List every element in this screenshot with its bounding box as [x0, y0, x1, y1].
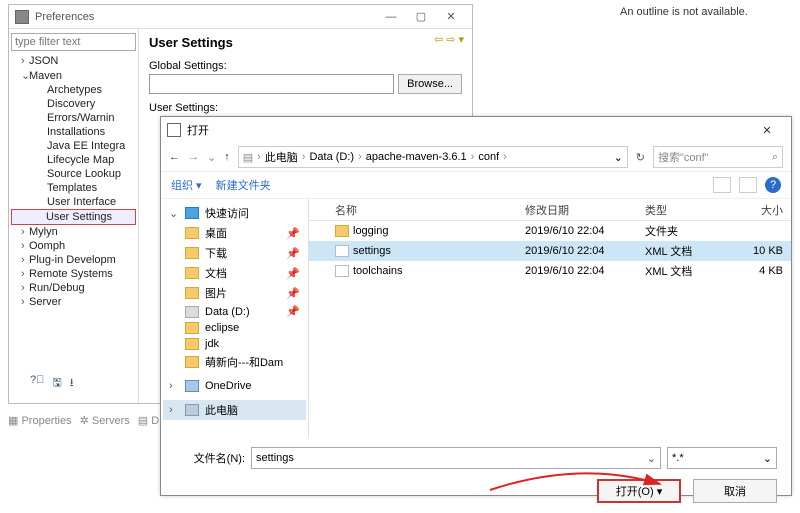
filename-value: settings	[256, 452, 294, 464]
file-list: 名称 修改日期 类型 大小 logging2019/6/10 22:04文件夹s…	[309, 199, 791, 437]
bottom-tabs: ▦ Properties ✲ Servers ▤ D	[8, 414, 159, 427]
filename-label: 文件名(N):	[175, 450, 245, 466]
breadcrumb[interactable]: ▤ › 此电脑›Data (D:)›apache-maven-3.6.1›con…	[238, 146, 628, 168]
sidebar-item[interactable]: 图片📌	[163, 283, 306, 303]
dialog-toolbar: 组织 ▾ 新建文件夹 ?	[161, 171, 791, 199]
search-placeholder: 搜索"conf"	[658, 149, 709, 165]
data-tab[interactable]: ▤ D	[138, 414, 159, 427]
nav-arrows: ⇦ ⇨ ▾	[434, 33, 464, 46]
col-name[interactable]: 名称	[329, 202, 519, 218]
outline-message: An outline is not available.	[620, 6, 748, 18]
nav-forward-button[interactable]: →	[188, 151, 199, 163]
dropdown-history-icon[interactable]: ⌄	[207, 151, 216, 164]
tree-item[interactable]: User Interface	[11, 195, 136, 209]
filter-input[interactable]	[11, 33, 136, 51]
sidebar-item[interactable]: eclipse	[163, 320, 306, 336]
search-icon: ⌕	[772, 151, 778, 164]
breadcrumb-item[interactable]: 此电脑	[265, 149, 298, 165]
column-headers: 名称 修改日期 类型 大小	[309, 199, 791, 221]
properties-tab[interactable]: ▦ Properties	[8, 414, 72, 427]
tree-item[interactable]: Source Lookup	[11, 167, 136, 181]
nav-back-button[interactable]: ←	[169, 151, 180, 163]
user-settings-label: User Settings:	[149, 102, 462, 114]
new-folder-button[interactable]: 新建文件夹	[216, 177, 271, 193]
file-row[interactable]: logging2019/6/10 22:04文件夹	[309, 221, 791, 241]
open-button[interactable]: 打开(O) ▾	[597, 479, 681, 503]
help-icon[interactable]: ?⃝	[30, 374, 44, 393]
dialog-titlebar: 打开 ✕	[161, 117, 791, 143]
tree-item[interactable]: Archetypes	[11, 83, 136, 97]
export-icon[interactable]: ⭳	[70, 374, 74, 393]
col-size[interactable]: 大小	[729, 202, 789, 218]
app-icon	[15, 10, 29, 24]
tree-item[interactable]: Installations	[11, 125, 136, 139]
tree-item[interactable]: ›JSON	[11, 54, 136, 68]
tree-item[interactable]: Lifecycle Map	[11, 153, 136, 167]
tree-item[interactable]: ⌄Maven	[11, 68, 136, 83]
breadcrumb-item[interactable]: conf	[478, 151, 499, 163]
nav-up-button[interactable]: ↑	[224, 151, 230, 163]
breadcrumb-item[interactable]: Data (D:)	[309, 151, 354, 163]
tree-item[interactable]: ›Run/Debug	[11, 281, 136, 295]
search-input[interactable]: 搜索"conf" ⌕	[653, 146, 783, 168]
sidebar-item[interactable]: 下载📌	[163, 243, 306, 263]
preferences-titlebar: Preferences — ▢ ✕	[9, 5, 472, 29]
sidebar-item[interactable]: 桌面📌	[163, 223, 306, 243]
filename-input[interactable]: settings ⌄	[251, 447, 661, 469]
sidebar-item[interactable]: 文档📌	[163, 263, 306, 283]
tree-item[interactable]: User Settings	[11, 209, 136, 225]
filename-dropdown-icon[interactable]: ⌄	[647, 452, 656, 465]
sidebar: ⌄快速访问桌面📌下载📌文档📌图片📌Data (D:)📌eclipsejdk萌新向…	[161, 199, 309, 437]
file-row[interactable]: toolchains2019/6/10 22:04XML 文档4 KB	[309, 261, 791, 281]
preferences-tree: ›JSON⌄MavenArchetypesDiscoveryErrors/War…	[9, 29, 139, 403]
preview-pane-button[interactable]	[739, 177, 757, 193]
dialog-close-button[interactable]: ✕	[749, 124, 785, 137]
tree-item[interactable]: Errors/Warnin	[11, 111, 136, 125]
import-icon[interactable]: 🖫	[52, 374, 61, 393]
sidebar-item[interactable]: ⌄快速访问	[163, 203, 306, 223]
nav-menu-icon[interactable]: ▾	[458, 33, 464, 46]
global-settings-label: Global Settings:	[149, 60, 462, 72]
filetype-dropdown-icon: ⌄	[763, 452, 772, 465]
breadcrumb-item[interactable]: apache-maven-3.6.1	[366, 151, 467, 163]
cancel-button[interactable]: 取消	[693, 479, 777, 503]
sidebar-item[interactable]: Data (D:)📌	[163, 303, 306, 320]
filetype-select[interactable]: *.* ⌄	[667, 447, 777, 469]
sidebar-item[interactable]: 萌新向---和Dam	[163, 352, 306, 372]
tree-item[interactable]: ›Mylyn	[11, 225, 136, 239]
close-button[interactable]: ✕	[436, 10, 466, 23]
tree-item[interactable]: Java EE Integra	[11, 139, 136, 153]
sidebar-item[interactable]: ›OneDrive	[163, 378, 306, 394]
tree-item[interactable]: ›Plug-in Developm	[11, 253, 136, 267]
page-title: User Settings	[149, 35, 462, 50]
browse-global-button[interactable]: Browse...	[398, 74, 462, 94]
col-date[interactable]: 修改日期	[519, 202, 639, 218]
dialog-navbar: ← → ⌄ ↑ ▤ › 此电脑›Data (D:)›apache-maven-3…	[161, 143, 791, 171]
nav-back-icon[interactable]: ⇦	[434, 33, 443, 46]
global-settings-input[interactable]	[149, 74, 394, 94]
file-row[interactable]: settings2019/6/10 22:04XML 文档10 KB	[309, 241, 791, 261]
tree-item[interactable]: Discovery	[11, 97, 136, 111]
maximize-button[interactable]: ▢	[406, 10, 436, 23]
dialog-title: 打开	[187, 122, 749, 138]
col-type[interactable]: 类型	[639, 202, 729, 218]
refresh-button[interactable]: ↻	[636, 151, 645, 164]
tree-item[interactable]: ›Remote Systems	[11, 267, 136, 281]
dialog-icon	[167, 123, 181, 137]
sidebar-item[interactable]: ›此电脑	[163, 400, 306, 420]
tree-item[interactable]: ›Server	[11, 295, 136, 309]
tree-item[interactable]: ›Oomph	[11, 239, 136, 253]
organize-button[interactable]: 组织 ▾	[171, 177, 202, 193]
status-icons: ?⃝ 🖫 ⭳	[30, 374, 74, 393]
minimize-button[interactable]: —	[376, 11, 406, 23]
file-open-dialog: 打开 ✕ ← → ⌄ ↑ ▤ › 此电脑›Data (D:)›apache-ma…	[160, 116, 792, 496]
view-mode-button[interactable]	[713, 177, 731, 193]
nav-fwd-icon[interactable]: ⇨	[446, 33, 455, 46]
help-icon[interactable]: ?	[765, 177, 781, 193]
filetype-value: *.*	[672, 452, 684, 464]
window-title: Preferences	[35, 11, 376, 23]
servers-tab[interactable]: ✲ Servers	[80, 414, 130, 427]
sidebar-item[interactable]: jdk	[163, 336, 306, 352]
tree-item[interactable]: Templates	[11, 181, 136, 195]
